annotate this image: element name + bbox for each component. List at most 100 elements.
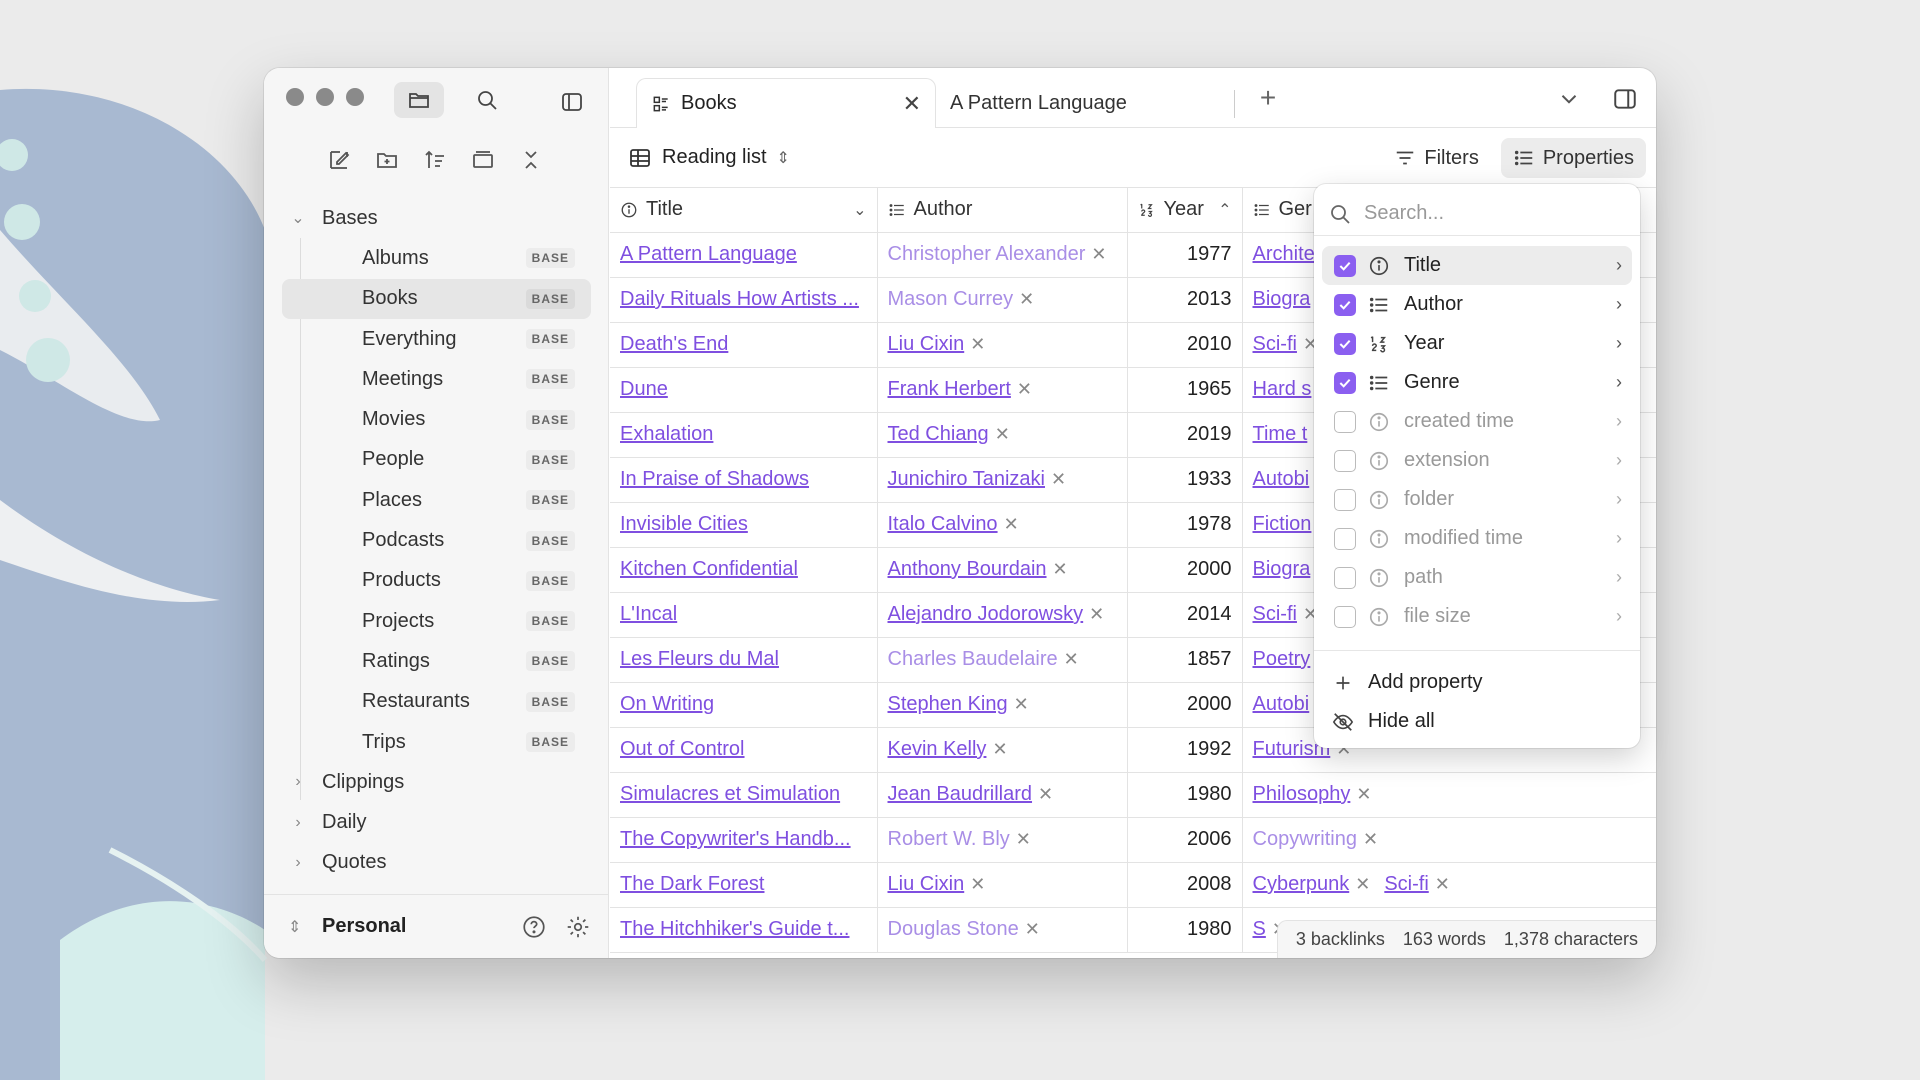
property-row[interactable]: extension › — [1322, 441, 1632, 480]
author-link[interactable]: Douglas Stone — [888, 918, 1019, 940]
table-row[interactable]: The Dark Forest Liu Cixin ✕ 2008 Cyberpunk ✕ S… — [610, 862, 1656, 908]
chevron-right-icon[interactable]: › — [1616, 255, 1622, 276]
chevron-right-icon[interactable]: › — [1616, 528, 1622, 549]
new-tab-button[interactable]: + — [1250, 82, 1286, 114]
property-checkbox[interactable] — [1334, 605, 1356, 628]
new-folder-button[interactable] — [372, 142, 402, 178]
title-link[interactable]: Out of Control — [620, 738, 745, 760]
genre-link[interactable]: Autobi — [1253, 468, 1310, 490]
chevron-right-icon[interactable]: › — [1616, 489, 1622, 510]
property-checkbox[interactable] — [1334, 566, 1356, 589]
column-header-year[interactable]: Year ⌃ — [1127, 188, 1243, 233]
remove-icon[interactable]: ✕ — [995, 424, 1010, 444]
author-link[interactable]: Alejandro Jodorowsky — [888, 603, 1084, 625]
collapse-all-button[interactable] — [516, 142, 546, 178]
author-link[interactable]: Robert W. Bly — [888, 828, 1010, 850]
author-link[interactable]: Kevin Kelly — [888, 738, 987, 760]
genre-link[interactable]: Sci-fi — [1253, 603, 1297, 625]
tab-a-pattern-language[interactable]: A Pattern Language — [950, 78, 1240, 128]
author-link[interactable]: Christopher Alexander — [888, 243, 1086, 265]
chevron-right-icon[interactable]: › — [1616, 606, 1622, 627]
file-explorer-button[interactable] — [394, 82, 444, 118]
author-link[interactable]: Anthony Bourdain — [888, 558, 1047, 580]
genre-link[interactable]: Biogra — [1253, 558, 1311, 580]
title-link[interactable]: The Copywriter's Handb... — [620, 828, 851, 850]
author-link[interactable]: Liu Cixin — [888, 333, 965, 355]
remove-icon[interactable]: ✕ — [1064, 649, 1079, 669]
title-link[interactable]: The Dark Forest — [620, 873, 764, 895]
chevron-up-icon[interactable]: ⌃ — [1218, 200, 1231, 220]
genre-link[interactable]: Sci-fi — [1253, 333, 1297, 355]
toggle-sidebar-button[interactable] — [554, 84, 590, 120]
remove-icon[interactable]: ✕ — [1363, 829, 1378, 849]
tree-item-restaurants[interactable]: Restaurants BASE — [282, 682, 591, 722]
genre-link[interactable]: Cyberpunk — [1253, 873, 1350, 895]
tree-item-books[interactable]: Books BASE — [282, 278, 591, 319]
property-row[interactable]: Year › — [1322, 324, 1632, 363]
chevron-down-icon[interactable]: ⌄ — [853, 200, 866, 220]
folder-daily[interactable]: › Daily — [264, 802, 609, 842]
genre-link[interactable]: Sci-fi — [1384, 873, 1428, 895]
backlinks-count[interactable]: 3 backlinks — [1296, 929, 1385, 950]
chevron-right-icon[interactable]: › — [1616, 411, 1622, 432]
tree-item-products[interactable]: Products BASE — [282, 561, 591, 601]
author-link[interactable]: Junichiro Tanizaki — [888, 468, 1046, 490]
tree-item-meetings[interactable]: Meetings BASE — [282, 359, 591, 399]
remove-icon[interactable]: ✕ — [970, 874, 985, 894]
remove-icon[interactable]: ✕ — [1051, 469, 1066, 489]
genre-link[interactable]: Autobi — [1253, 693, 1310, 715]
remove-icon[interactable]: ✕ — [1355, 874, 1370, 894]
remove-icon[interactable]: ✕ — [1017, 379, 1032, 399]
author-link[interactable]: Stephen King — [888, 693, 1008, 715]
property-checkbox[interactable] — [1334, 371, 1356, 394]
tree-item-podcasts[interactable]: Podcasts BASE — [282, 520, 591, 560]
title-link[interactable]: In Praise of Shadows — [620, 468, 809, 490]
genre-link[interactable]: Philosophy — [1253, 783, 1351, 805]
search-button[interactable] — [462, 82, 512, 118]
remove-icon[interactable]: ✕ — [1004, 514, 1019, 534]
table-row[interactable]: Simulacres et Simulation Jean Baudrillard… — [610, 772, 1656, 818]
remove-icon[interactable]: ✕ — [1089, 604, 1104, 624]
table-row[interactable]: The Copywriter's Handb... Robert W. Bly ✕ 2… — [610, 817, 1656, 863]
remove-icon[interactable]: ✕ — [1016, 829, 1031, 849]
author-link[interactable]: Mason Currey — [888, 288, 1014, 310]
tree-item-projects[interactable]: Projects BASE — [282, 601, 591, 641]
folder-quotes[interactable]: › Quotes — [264, 843, 609, 883]
property-row[interactable]: path › — [1322, 558, 1632, 597]
vault-name[interactable]: Personal — [322, 915, 406, 938]
filters-button[interactable]: Filters — [1382, 138, 1490, 178]
title-link[interactable]: Kitchen Confidential — [620, 558, 798, 580]
view-selector[interactable]: Reading list ⇕ — [628, 146, 790, 170]
collapse-view-button[interactable] — [468, 142, 498, 178]
title-link[interactable]: L'Incal — [620, 603, 677, 625]
remove-icon[interactable]: ✕ — [970, 334, 985, 354]
property-search-input[interactable] — [1364, 202, 1594, 225]
title-link[interactable]: A Pattern Language — [620, 243, 797, 265]
remove-icon[interactable]: ✕ — [1053, 559, 1068, 579]
column-header-title[interactable]: Title ⌄ — [610, 188, 878, 233]
genre-link[interactable]: Copywriting — [1253, 828, 1357, 850]
property-row[interactable]: Genre › — [1322, 363, 1632, 402]
tree-item-places[interactable]: Places BASE — [282, 480, 591, 520]
genre-link[interactable]: S — [1253, 918, 1266, 940]
remove-icon[interactable]: ✕ — [1014, 694, 1029, 714]
property-checkbox[interactable] — [1334, 332, 1356, 355]
tree-item-albums[interactable]: Albums BASE — [282, 238, 591, 278]
author-link[interactable]: Ted Chiang — [888, 423, 989, 445]
genre-link[interactable]: Biogra — [1253, 288, 1311, 310]
genre-link[interactable]: Archite — [1253, 243, 1315, 265]
property-checkbox[interactable] — [1334, 527, 1356, 550]
title-link[interactable]: On Writing — [620, 693, 714, 715]
remove-icon[interactable]: ✕ — [992, 739, 1007, 759]
remove-icon[interactable]: ✕ — [1019, 289, 1034, 309]
tree-item-movies[interactable]: Movies BASE — [282, 399, 591, 439]
title-link[interactable]: Invisible Cities — [620, 513, 748, 535]
title-link[interactable]: The Hitchhiker's Guide t... — [620, 918, 849, 940]
genre-link[interactable]: Hard s — [1253, 378, 1312, 400]
property-row[interactable]: created time › — [1322, 402, 1632, 441]
property-checkbox[interactable] — [1334, 293, 1356, 316]
remove-icon[interactable]: ✕ — [1356, 784, 1371, 804]
tree-item-trips[interactable]: Trips BASE — [282, 722, 591, 762]
genre-link[interactable]: Fiction — [1253, 513, 1312, 535]
close-window-button[interactable] — [286, 88, 304, 106]
